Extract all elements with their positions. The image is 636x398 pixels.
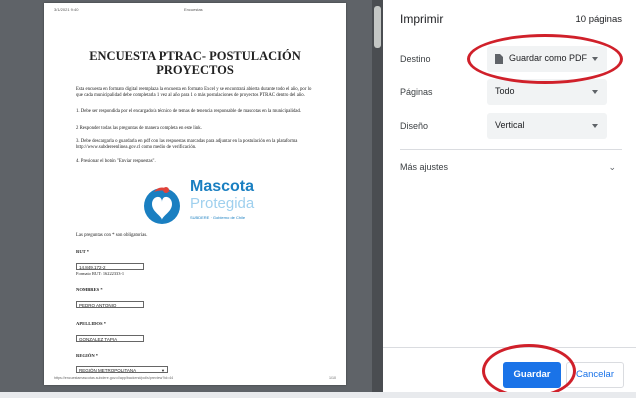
nombres-label: NOMBRES *: [76, 287, 103, 292]
logo-text-mascota: Mascota: [190, 178, 255, 195]
bottom-strip: [0, 392, 636, 398]
nombres-field: PEDRO ANTONIO: [76, 301, 144, 308]
logo-subtitle: SUBDERE · Gobierno de Chile: [190, 215, 246, 220]
destino-highlight-ring: [467, 34, 623, 84]
region-select: REGIÓN METROPOLITANA ▼: [76, 366, 168, 373]
instruction-step-1: 1. Debe ser respondida por el encargado/…: [76, 109, 302, 114]
instruction-step-3: 3. Debe descargarla o guardarla en pdf c…: [76, 139, 298, 150]
preview-scrollbar-thumb[interactable]: [374, 6, 381, 48]
diseno-value: Vertical: [495, 120, 525, 130]
preview-scrollbar[interactable]: [372, 0, 383, 398]
more-settings-toggle[interactable]: Más ajustes: [400, 162, 448, 172]
paginas-label: Páginas: [400, 87, 433, 97]
rut-label: RUT *: [76, 249, 90, 254]
page-header-date: 3/1/2021 9:40: [54, 7, 79, 12]
apellidos-field: GONZALEZ TAPIA: [76, 335, 144, 342]
page-header-title: Encuestas: [184, 7, 203, 12]
print-title: Imprimir: [400, 12, 444, 26]
paginas-value: Todo: [495, 86, 515, 96]
caret-down-icon: [592, 90, 598, 94]
print-preview-area: 3/1/2021 9:40 Encuestas ENCUESTA PTRAC- …: [0, 0, 383, 398]
mascota-protegida-logo: Mascota Protegida SUBDERE · Gobierno de …: [140, 178, 280, 230]
intro-paragraph: Esta encuesta en formato digital reempla…: [76, 87, 312, 98]
destino-label: Destino: [400, 54, 431, 64]
page-footer-number: 1/10: [329, 376, 336, 380]
rut-field: 14.849.172-2: [76, 263, 144, 270]
settings-divider: [400, 149, 622, 150]
logo-text-protegida: Protegida: [190, 195, 255, 212]
chevron-down-icon[interactable]: ⌄: [608, 162, 616, 173]
preview-page: 3/1/2021 9:40 Encuestas ENCUESTA PTRAC- …: [44, 3, 346, 385]
instruction-step-2: 2 Responder todas las preguntas de maner…: [76, 126, 202, 131]
region-value: REGIÓN METROPOLITANA: [79, 368, 137, 373]
page-count: 10 páginas: [575, 14, 622, 25]
page-footer-url: https://encuestamascotas.subdere.gov.cl/…: [54, 376, 174, 380]
pet-heart-icon: [144, 187, 180, 224]
caret-down-icon: [592, 124, 598, 128]
required-note: Las preguntas con * son obligatorias.: [76, 233, 148, 238]
save-highlight-ring: [482, 344, 576, 398]
diseno-label: Diseño: [400, 121, 429, 131]
diseno-select[interactable]: Vertical: [487, 113, 607, 139]
document-title: ENCUESTA PTRAC- POSTULACIÓN PROYECTOS: [89, 49, 301, 77]
region-label: REGIÓN *: [76, 353, 99, 358]
rut-format-hint: Formato RUT: 16222333-1: [76, 271, 125, 276]
apellidos-label: APELLIDOS *: [76, 321, 106, 326]
chevron-down-icon: ▼: [161, 368, 165, 373]
instruction-step-4: 4. Presionar el botón "Enviar respuestas…: [76, 159, 156, 164]
